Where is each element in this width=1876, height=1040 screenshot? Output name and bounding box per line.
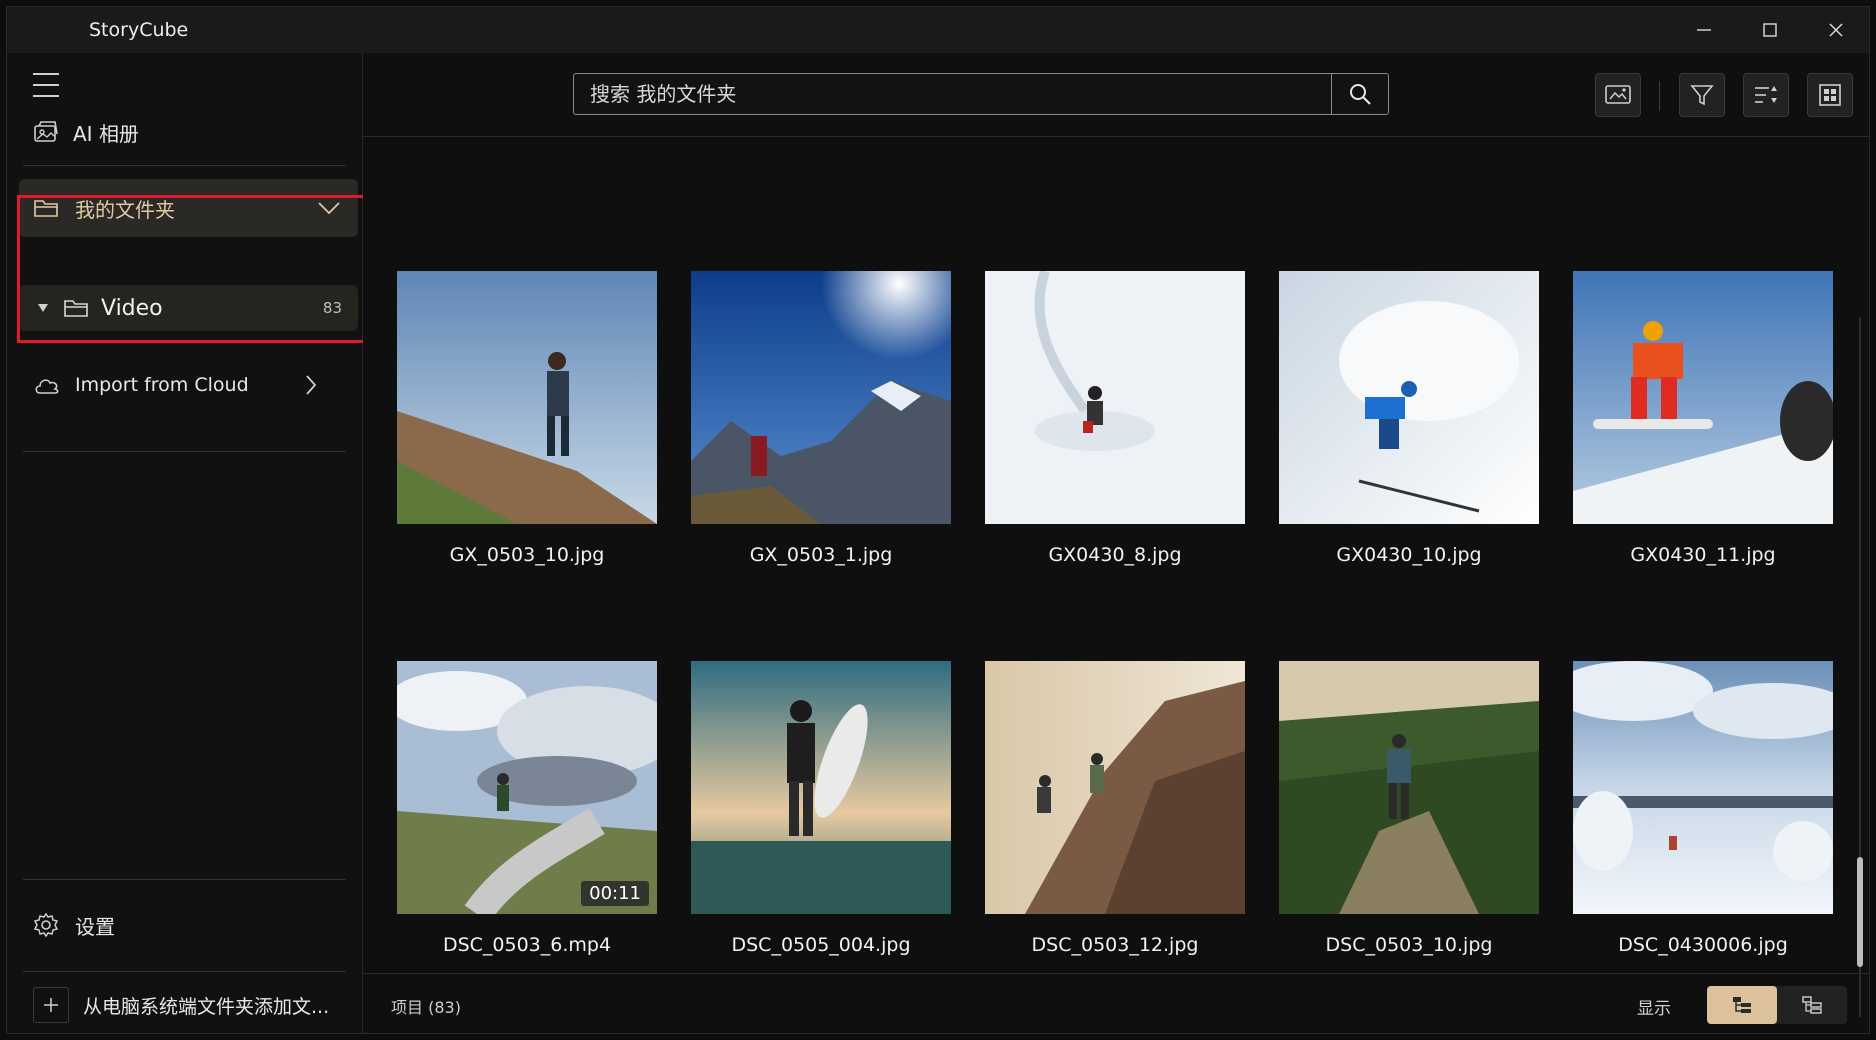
status-bar: 项目 (83) 显示	[363, 973, 1869, 1033]
thumbnail[interactable]	[985, 271, 1245, 524]
search-box	[573, 73, 1389, 115]
thumbnail[interactable]: 00:11	[397, 661, 657, 914]
add-folder-label: 从电脑系统端文件夹添加文...	[83, 995, 330, 1018]
list-view-icon	[1802, 996, 1822, 1014]
file-name: GX0430_8.jpg	[1048, 544, 1182, 566]
folder-icon	[34, 200, 58, 217]
filter-icon	[1690, 85, 1714, 106]
main-panel: GX_0503_10.jpg GX_0503_1.jpg GX0430_8.jp…	[363, 53, 1869, 1033]
toolbar-divider	[1659, 81, 1660, 111]
thumbnail[interactable]	[1279, 271, 1539, 524]
media-card[interactable]: GX_0503_10.jpg	[397, 271, 657, 566]
close-button[interactable]	[1803, 7, 1869, 53]
media-card[interactable]: DSC_0503_10.jpg	[1279, 661, 1539, 956]
divider	[23, 451, 346, 452]
slideshow-button[interactable]	[1595, 73, 1641, 117]
import-cloud-label: Import from Cloud	[75, 374, 249, 396]
app-title: StoryCube	[89, 19, 189, 41]
sort-icon	[1755, 86, 1777, 103]
file-name: DSC_0503_6.mp4	[442, 934, 612, 956]
display-toggle	[1707, 986, 1847, 1024]
media-card[interactable]: GX0430_8.jpg	[985, 271, 1245, 566]
media-card[interactable]: 00:11 DSC_0503_6.mp4	[397, 661, 657, 956]
divider	[23, 879, 346, 880]
plus-icon	[33, 987, 69, 1023]
thumbnail[interactable]	[1279, 661, 1539, 914]
app-window: StoryCube AI 相册 我的文件夹 Video 83 Import fr…	[6, 6, 1870, 1034]
caret-down-icon[interactable]	[37, 303, 49, 313]
media-card[interactable]: DSC_0430006.jpg	[1573, 661, 1833, 956]
folder-icon	[64, 300, 88, 317]
sidebar-item-video[interactable]: Video 83	[19, 285, 358, 331]
scrollbar[interactable]	[1857, 317, 1863, 1017]
media-card[interactable]: GX0430_10.jpg	[1279, 271, 1539, 566]
file-name: GX_0503_10.jpg	[449, 544, 605, 566]
display-label: 显示	[1637, 999, 1671, 1019]
file-name: GX_0503_1.jpg	[749, 544, 893, 566]
display-tree-button[interactable]	[1707, 986, 1777, 1024]
minimize-button[interactable]	[1671, 7, 1737, 53]
thumbnail[interactable]	[1573, 271, 1833, 524]
video-duration: 00:11	[581, 881, 649, 906]
thumbnail[interactable]	[691, 271, 951, 524]
sort-button[interactable]	[1743, 73, 1789, 117]
minimize-icon	[1697, 29, 1711, 31]
add-folder-button[interactable]: 从电脑系统端文件夹添加文...	[33, 985, 329, 1025]
close-icon	[1829, 23, 1843, 37]
window-controls	[1671, 7, 1869, 53]
nav-settings[interactable]: 设置	[33, 905, 115, 945]
divider	[23, 971, 346, 972]
item-count: 项目 (83)	[391, 998, 461, 1017]
tree-view-icon	[1733, 997, 1751, 1013]
slideshow-icon	[1605, 85, 1631, 104]
my-folder-label: 我的文件夹	[75, 197, 175, 222]
grid-icon	[1819, 84, 1841, 106]
file-name: DSC_0503_10.jpg	[1325, 934, 1493, 956]
title-bar: StoryCube	[7, 7, 1869, 53]
file-name: DSC_0503_12.jpg	[1031, 934, 1199, 956]
gear-icon	[33, 912, 59, 938]
media-grid: GX_0503_10.jpg GX_0503_1.jpg GX0430_8.jp…	[363, 137, 1869, 1017]
maximize-button[interactable]	[1737, 7, 1803, 53]
display-flat-button[interactable]	[1777, 986, 1847, 1024]
sidebar: AI 相册 我的文件夹 Video 83 Import from Cloud 设…	[7, 53, 363, 1033]
chevron-down-icon[interactable]	[318, 201, 340, 215]
ai-album-label: AI 相册	[73, 121, 139, 146]
menu-icon[interactable]	[33, 73, 59, 97]
ai-album-icon	[34, 121, 58, 142]
search-input[interactable]	[574, 73, 1331, 115]
media-card[interactable]: GX_0503_1.jpg	[691, 271, 951, 566]
search-icon	[1350, 84, 1371, 105]
my-folder-row[interactable]: 我的文件夹	[19, 179, 358, 237]
thumbnail[interactable]	[1573, 661, 1833, 914]
video-folder-count: 83	[322, 299, 342, 317]
maximize-icon	[1763, 23, 1777, 37]
scroll-thumb[interactable]	[1857, 857, 1863, 967]
media-card[interactable]: DSC_0503_12.jpg	[985, 661, 1245, 956]
cloud-icon	[35, 379, 59, 394]
thumbnail[interactable]	[691, 661, 951, 914]
file-name: GX0430_11.jpg	[1630, 544, 1776, 566]
chevron-right-icon	[306, 375, 317, 395]
file-name: DSC_0505_004.jpg	[731, 934, 911, 956]
thumbnail[interactable]	[985, 661, 1245, 914]
file-name: GX0430_10.jpg	[1336, 544, 1482, 566]
media-card[interactable]: GX0430_11.jpg	[1573, 271, 1833, 566]
search-button[interactable]	[1331, 74, 1388, 114]
settings-label: 设置	[75, 914, 115, 939]
grid-view-button[interactable]	[1807, 73, 1853, 117]
media-card[interactable]: DSC_0505_004.jpg	[691, 661, 951, 956]
divider	[23, 165, 346, 166]
nav-import-cloud[interactable]: Import from Cloud	[33, 365, 343, 405]
filter-button[interactable]	[1679, 73, 1725, 117]
file-name: DSC_0430006.jpg	[1618, 934, 1788, 956]
thumbnail[interactable]	[397, 271, 657, 524]
toolbar	[363, 53, 1869, 137]
nav-ai-album[interactable]: AI 相册	[33, 113, 139, 151]
video-folder-label: Video	[101, 295, 163, 321]
